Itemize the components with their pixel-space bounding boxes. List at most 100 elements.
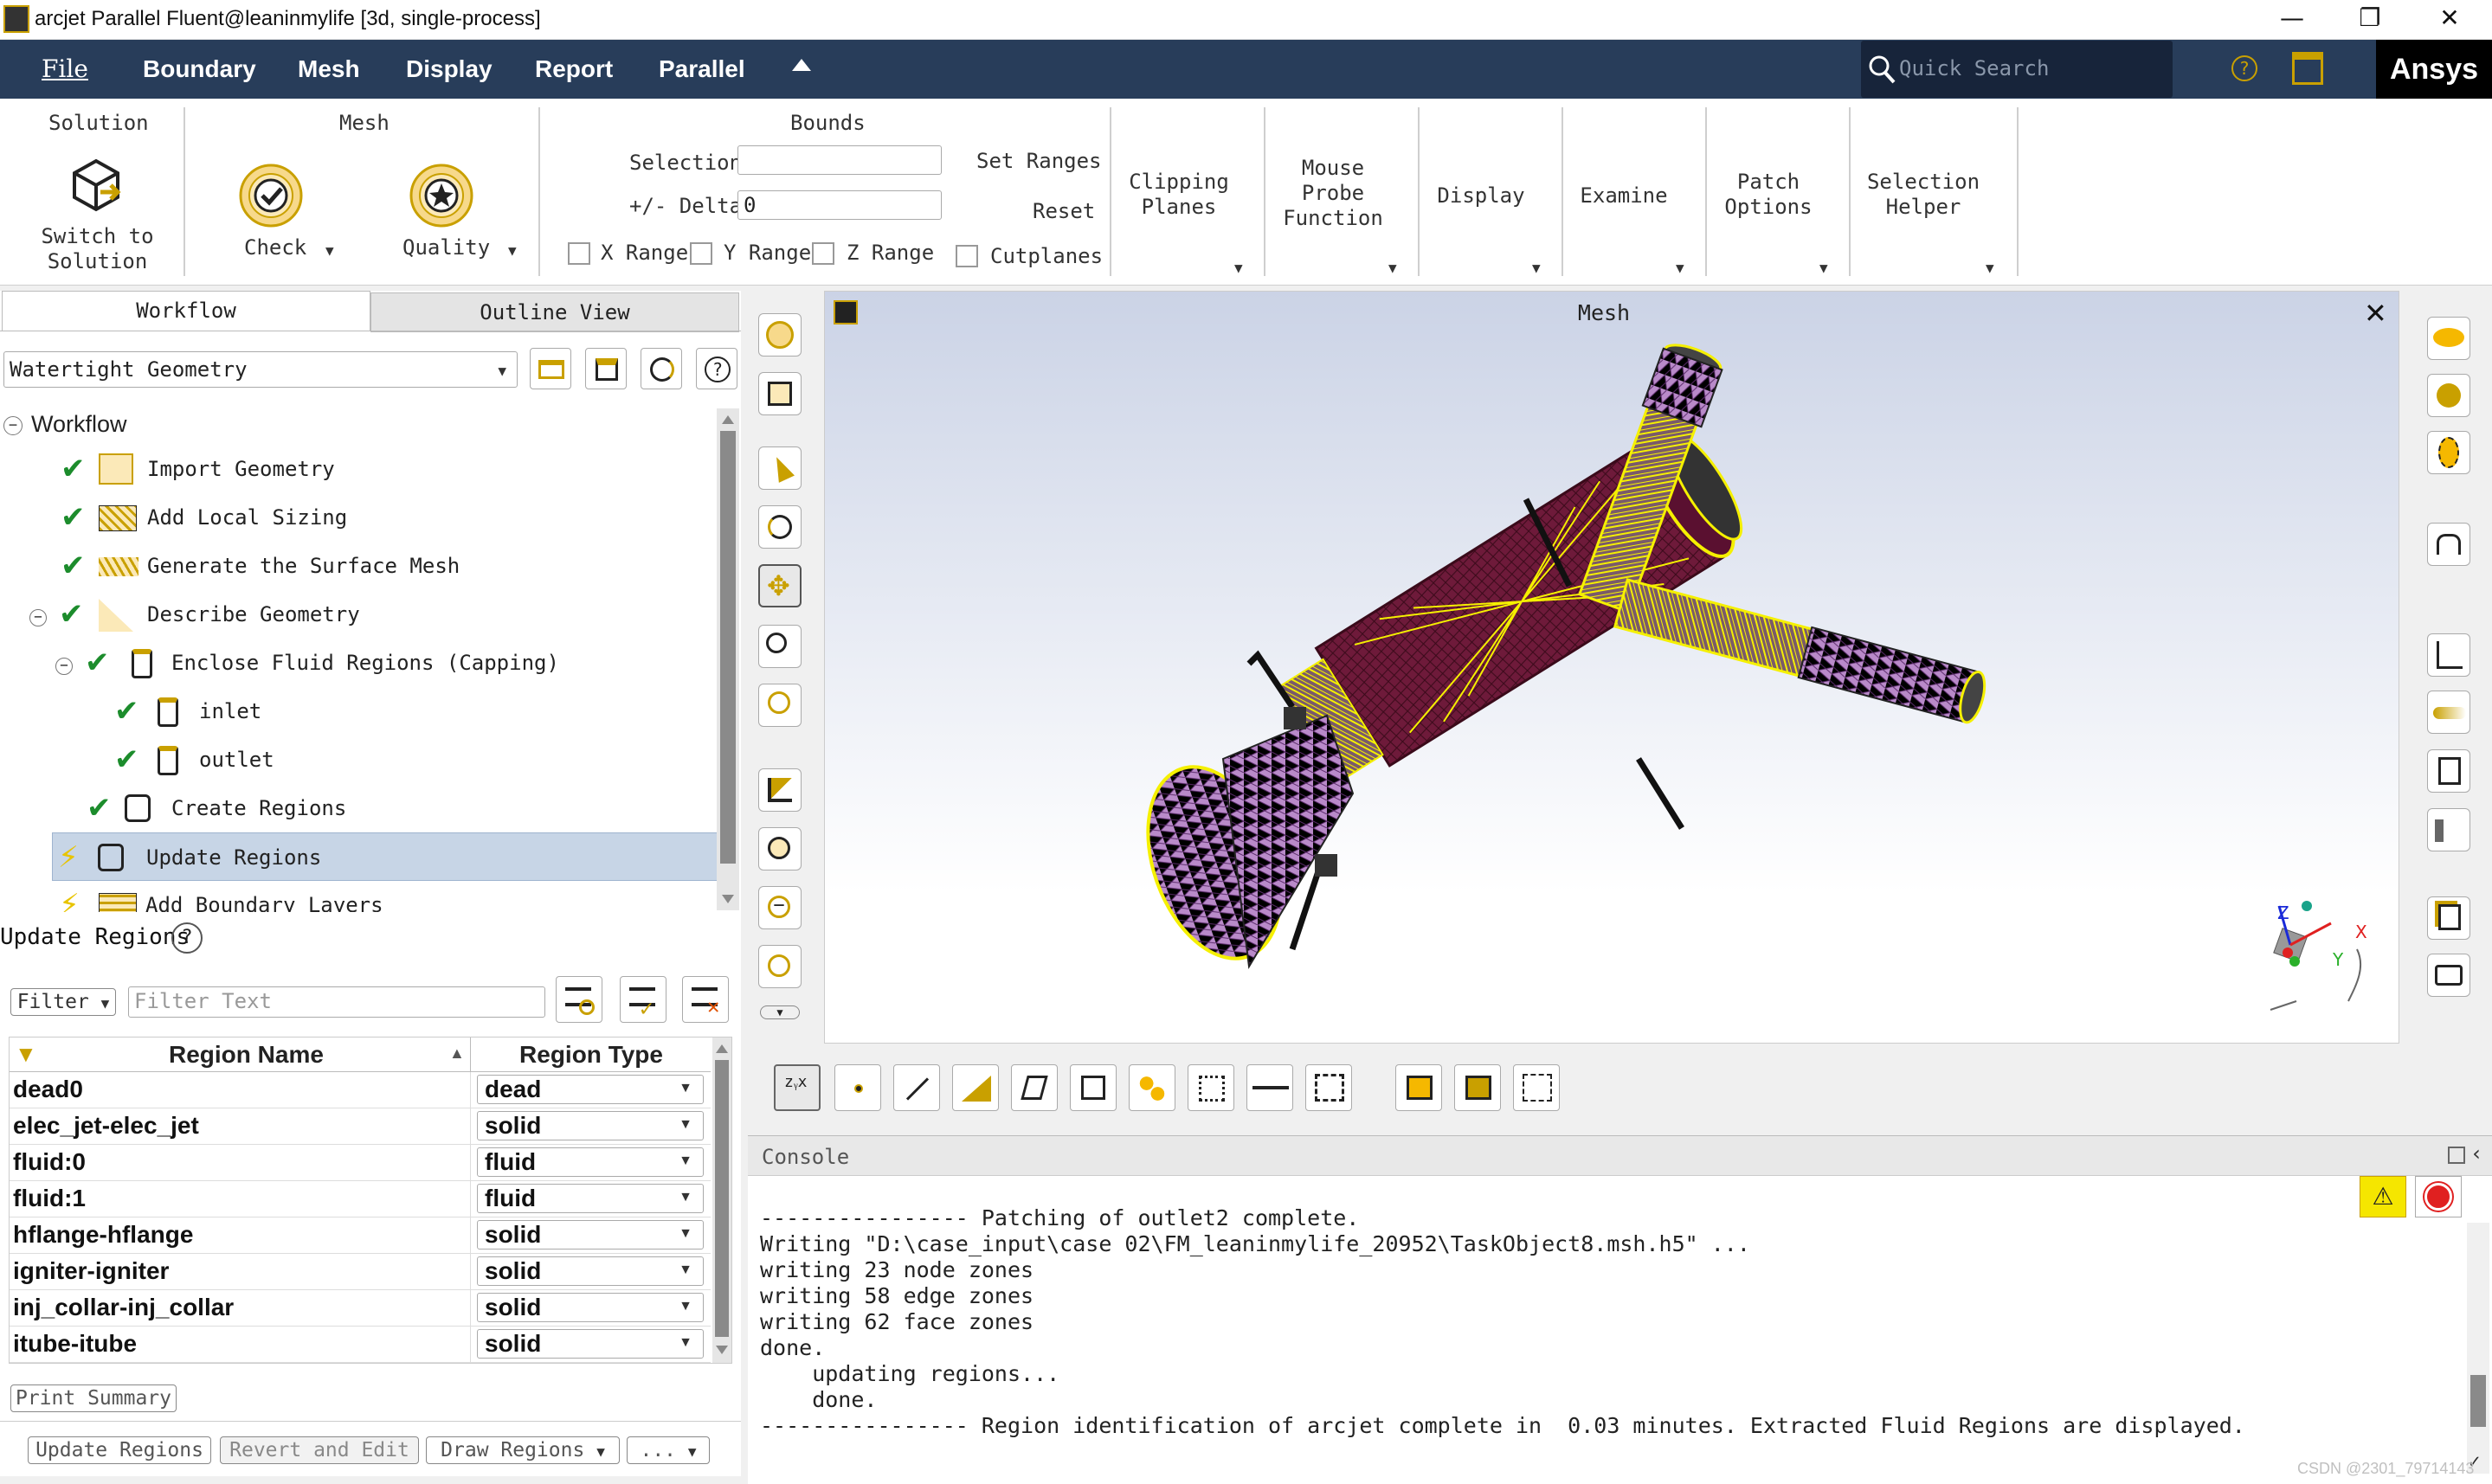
views-button[interactable] [758, 372, 802, 415]
menu-boundary[interactable]: Boundary [143, 40, 256, 99]
filter-settings-button[interactable] [556, 976, 602, 1023]
collapse-icon[interactable]: − [29, 609, 47, 626]
display-dropdown-icon[interactable]: ▼ [1532, 260, 1541, 276]
revert-workflow-button[interactable] [641, 348, 682, 389]
select-body-button[interactable] [1070, 1064, 1117, 1111]
x-range-checkbox[interactable] [568, 242, 590, 265]
scroll-up-icon[interactable] [722, 415, 734, 424]
select-distance-button[interactable] [1246, 1064, 1293, 1111]
print-summary-button[interactable]: Print Summary [10, 1384, 177, 1412]
close-graphics-icon[interactable]: ✕ [2364, 297, 2387, 330]
zoom-out-button[interactable]: − [758, 886, 802, 929]
zoom-to-fit-button[interactable] [758, 827, 802, 870]
examine-dropdown-icon[interactable]: ▼ [1676, 260, 1684, 276]
select-filter-button[interactable]: zᵧx [774, 1064, 821, 1111]
filter-text-input[interactable]: Filter Text [128, 986, 545, 1018]
quality-dropdown-icon[interactable]: ▼ [508, 242, 517, 259]
menu-mesh[interactable]: Mesh [298, 40, 360, 99]
undo-view-button[interactable] [2427, 523, 2470, 566]
maximize-console-icon[interactable] [2448, 1147, 2465, 1164]
patch-dropdown-icon[interactable]: ▼ [1819, 260, 1828, 276]
scroll-thumb[interactable] [2470, 1375, 2486, 1427]
annotate-button[interactable] [2427, 749, 2470, 793]
column-header-region-name[interactable]: Region Name [169, 1041, 324, 1069]
previous-view-button[interactable] [758, 945, 802, 988]
select-edge-button[interactable] [893, 1064, 940, 1111]
clipping-planes-button[interactable]: Clipping Planes [1118, 170, 1240, 220]
tree-root[interactable]: − Workflow [0, 403, 127, 448]
pan-button[interactable]: ✥ [758, 564, 802, 607]
tree-item-enclose-fluid-regions[interactable]: − ✔ Enclose Fluid Regions (Capping) [55, 639, 559, 687]
clipping-dropdown-icon[interactable]: ▼ [1234, 260, 1243, 276]
revert-and-edit-button[interactable]: Revert and Edit [220, 1436, 419, 1464]
y-range-checkbox[interactable] [690, 242, 712, 265]
screenshot-button[interactable] [2427, 954, 2470, 997]
table-row[interactable]: inj_collar-inj_collar solid ▼ [10, 1290, 711, 1327]
selection-helper-button[interactable]: Selection Helper [1854, 170, 1993, 220]
selection-input[interactable] [737, 145, 942, 175]
select-zone-button[interactable] [1011, 1064, 1058, 1111]
menu-file[interactable]: File [42, 40, 88, 99]
cutplanes-checkbox[interactable] [956, 245, 978, 267]
xy-plot-button[interactable] [2427, 633, 2470, 677]
check-icon[interactable] [238, 163, 304, 228]
task-help-icon[interactable]: ? [171, 922, 203, 954]
close-window-icon[interactable]: ✕ [2424, 3, 2476, 32]
workflow-type-select[interactable]: Watertight Geometry ▼ [3, 351, 518, 388]
copy-button[interactable] [2427, 896, 2470, 940]
tree-item-create-regions[interactable]: ✔ Create Regions [87, 784, 346, 832]
tree-scrollbar[interactable] [717, 408, 739, 910]
set-ranges-button[interactable]: Set Ranges [976, 149, 1102, 173]
save-workflow-button[interactable] [585, 348, 627, 389]
z-range-checkbox[interactable] [812, 242, 834, 265]
stop-icon[interactable] [2415, 1176, 2462, 1217]
examine-button[interactable]: Examine [1567, 183, 1681, 209]
mesh-edges-button[interactable] [2427, 431, 2470, 474]
collapse-ribbon-icon[interactable] [792, 59, 811, 71]
table-row[interactable]: fluid:1 fluid ▼ [10, 1181, 711, 1217]
region-type-select[interactable]: solid ▼ [477, 1220, 704, 1250]
colormap-button[interactable] [2427, 691, 2470, 734]
show-selection-button[interactable] [1454, 1064, 1501, 1111]
collapse-console-icon[interactable]: ‹ [2470, 1141, 2482, 1166]
select-object-button[interactable] [1129, 1064, 1175, 1111]
tree-item-inlet[interactable]: ✔ inlet [114, 687, 261, 736]
table-scrollbar[interactable] [712, 1038, 731, 1363]
table-row[interactable]: dead0 dead ▼ [10, 1072, 711, 1108]
check-button[interactable]: Check [244, 235, 306, 260]
region-type-select[interactable]: solid ▼ [477, 1329, 704, 1359]
bounding-box-button[interactable] [1513, 1064, 1560, 1111]
check-dropdown-icon[interactable]: ▼ [325, 242, 334, 259]
quick-search[interactable]: Quick Search [1861, 41, 2173, 98]
update-regions-button[interactable]: Update Regions [28, 1436, 211, 1464]
search-input[interactable]: Quick Search [1899, 56, 2049, 80]
console-output[interactable]: ---------------- Patching of outlet2 com… [760, 1205, 2245, 1439]
scroll-down-icon[interactable] [716, 1346, 728, 1354]
mesh-display-button[interactable] [758, 313, 802, 357]
select-mode-button[interactable] [758, 446, 802, 490]
tree-item-add-local-sizing[interactable]: ✔ Add Local Sizing [61, 493, 347, 542]
region-type-select[interactable]: solid ▼ [477, 1111, 704, 1140]
menu-display[interactable]: Display [406, 40, 493, 99]
select-face-button[interactable] [952, 1064, 999, 1111]
sort-ascending-icon[interactable]: ▲ [449, 1044, 465, 1063]
patch-options-button[interactable]: Patch Options [1710, 170, 1826, 220]
help-icon[interactable]: ? [2231, 55, 2257, 81]
table-row[interactable]: elec_jet-elec_jet solid ▼ [10, 1108, 711, 1145]
quality-button[interactable]: Quality [402, 235, 490, 260]
region-type-select[interactable]: solid ▼ [477, 1293, 704, 1322]
workflow-help-button[interactable]: ? [696, 348, 737, 389]
zoom-in-out-button[interactable] [758, 625, 802, 668]
console-scrollbar[interactable]: ✓ [2467, 1223, 2489, 1474]
tree-item-update-regions[interactable]: ⚡ Update Regions [52, 832, 724, 881]
switch-solution-icon[interactable] [66, 154, 126, 215]
select-all-button[interactable]: ✓ [620, 976, 666, 1023]
draw-regions-button[interactable]: Draw Regions ▼ [426, 1436, 620, 1464]
collapse-icon[interactable]: − [55, 658, 73, 675]
reset-button[interactable]: Reset [1033, 199, 1095, 223]
fit-to-window-button[interactable] [758, 768, 802, 812]
tab-outline-view[interactable]: Outline View [370, 292, 739, 332]
layout-icon[interactable] [2292, 52, 2323, 85]
tree-item-describe-geometry[interactable]: − ✔ Describe Geometry [29, 590, 360, 639]
restore-icon[interactable]: ❐ [2344, 3, 2396, 32]
